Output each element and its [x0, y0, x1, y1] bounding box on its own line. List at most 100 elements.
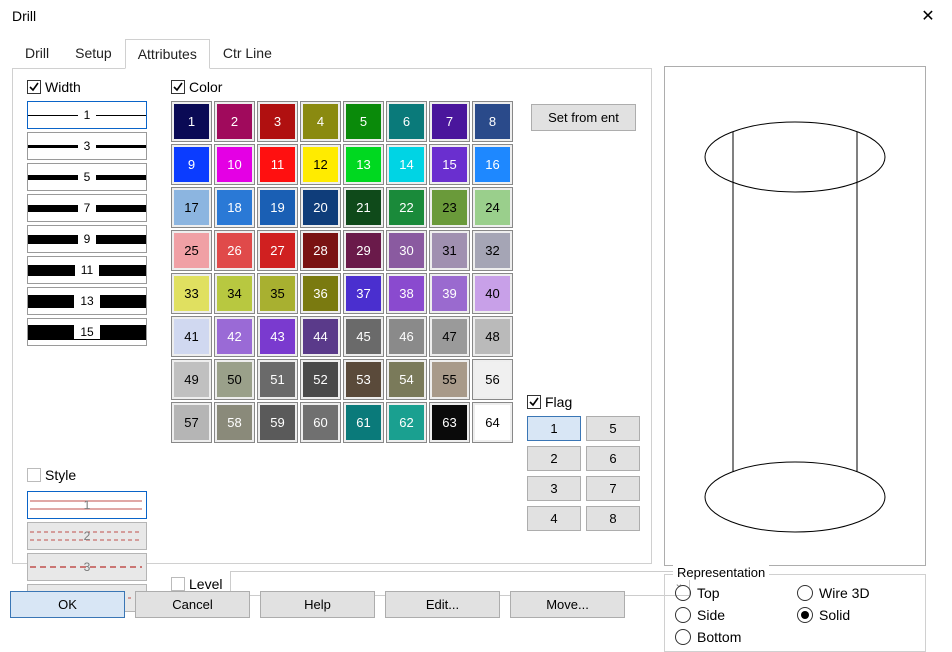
color-swatch-8[interactable]: 8: [472, 101, 513, 142]
flag-checkbox[interactable]: Flag: [527, 394, 572, 410]
ok-button[interactable]: OK: [10, 591, 125, 618]
color-checkbox[interactable]: Color: [171, 79, 222, 95]
close-button[interactable]: ✕: [916, 6, 940, 26]
color-swatch-35[interactable]: 35: [257, 273, 298, 314]
color-swatch-22[interactable]: 22: [386, 187, 427, 228]
cancel-button[interactable]: Cancel: [135, 591, 250, 618]
color-swatch-19[interactable]: 19: [257, 187, 298, 228]
color-swatch-57[interactable]: 57: [171, 402, 212, 443]
color-swatch-54[interactable]: 54: [386, 359, 427, 400]
color-swatch-17[interactable]: 17: [171, 187, 212, 228]
color-swatch-55[interactable]: 55: [429, 359, 470, 400]
width-option-3[interactable]: 3: [27, 132, 147, 160]
tab-setup[interactable]: Setup: [62, 38, 125, 68]
color-swatch-11[interactable]: 11: [257, 144, 298, 185]
color-swatch-10[interactable]: 10: [214, 144, 255, 185]
color-swatch-41[interactable]: 41: [171, 316, 212, 357]
rep-radio-top[interactable]: Top: [675, 585, 793, 601]
rep-radio-wire-3d[interactable]: Wire 3D: [797, 585, 915, 601]
color-swatch-6[interactable]: 6: [386, 101, 427, 142]
flag-option-4[interactable]: 4: [527, 506, 581, 531]
color-swatch-31[interactable]: 31: [429, 230, 470, 271]
color-swatch-36[interactable]: 36: [300, 273, 341, 314]
tab-drill[interactable]: Drill: [12, 38, 62, 68]
flag-option-7[interactable]: 7: [586, 476, 640, 501]
color-swatch-60[interactable]: 60: [300, 402, 341, 443]
color-swatch-59[interactable]: 59: [257, 402, 298, 443]
style-option-3[interactable]: 3: [27, 553, 147, 581]
color-swatch-32[interactable]: 32: [472, 230, 513, 271]
color-swatch-34[interactable]: 34: [214, 273, 255, 314]
color-swatch-12[interactable]: 12: [300, 144, 341, 185]
color-swatch-61[interactable]: 61: [343, 402, 384, 443]
help-button[interactable]: Help: [260, 591, 375, 618]
color-swatch-26[interactable]: 26: [214, 230, 255, 271]
color-swatch-33[interactable]: 33: [171, 273, 212, 314]
color-swatch-7[interactable]: 7: [429, 101, 470, 142]
color-swatch-5[interactable]: 5: [343, 101, 384, 142]
tab-ctr-line[interactable]: Ctr Line: [210, 38, 285, 68]
flag-option-6[interactable]: 6: [586, 446, 640, 471]
color-swatch-21[interactable]: 21: [343, 187, 384, 228]
color-swatch-39[interactable]: 39: [429, 273, 470, 314]
color-swatch-27[interactable]: 27: [257, 230, 298, 271]
color-swatch-40[interactable]: 40: [472, 273, 513, 314]
color-swatch-14[interactable]: 14: [386, 144, 427, 185]
color-swatch-3[interactable]: 3: [257, 101, 298, 142]
color-swatch-28[interactable]: 28: [300, 230, 341, 271]
flag-option-5[interactable]: 5: [586, 416, 640, 441]
style-option-1[interactable]: 1: [27, 491, 147, 519]
color-swatch-52[interactable]: 52: [300, 359, 341, 400]
tab-attributes[interactable]: Attributes: [125, 39, 210, 69]
color-swatch-29[interactable]: 29: [343, 230, 384, 271]
color-swatch-44[interactable]: 44: [300, 316, 341, 357]
color-swatch-46[interactable]: 46: [386, 316, 427, 357]
level-checkbox[interactable]: Level: [171, 576, 222, 592]
style-checkbox[interactable]: Style: [27, 467, 76, 483]
color-swatch-53[interactable]: 53: [343, 359, 384, 400]
set-from-ent-button[interactable]: Set from ent: [531, 104, 636, 131]
color-swatch-2[interactable]: 2: [214, 101, 255, 142]
width-option-9[interactable]: 9: [27, 225, 147, 253]
move-button[interactable]: Move...: [510, 591, 625, 618]
color-swatch-47[interactable]: 47: [429, 316, 470, 357]
color-swatch-37[interactable]: 37: [343, 273, 384, 314]
width-option-1[interactable]: 1: [27, 101, 147, 129]
flag-option-8[interactable]: 8: [586, 506, 640, 531]
width-option-11[interactable]: 11: [27, 256, 147, 284]
rep-radio-bottom[interactable]: Bottom: [675, 629, 793, 645]
width-option-5[interactable]: 5: [27, 163, 147, 191]
color-swatch-13[interactable]: 13: [343, 144, 384, 185]
flag-option-2[interactable]: 2: [527, 446, 581, 471]
color-swatch-63[interactable]: 63: [429, 402, 470, 443]
style-option-2[interactable]: 2: [27, 522, 147, 550]
color-swatch-15[interactable]: 15: [429, 144, 470, 185]
color-swatch-58[interactable]: 58: [214, 402, 255, 443]
color-swatch-16[interactable]: 16: [472, 144, 513, 185]
color-swatch-30[interactable]: 30: [386, 230, 427, 271]
rep-radio-solid[interactable]: Solid: [797, 607, 915, 623]
edit-button[interactable]: Edit...: [385, 591, 500, 618]
color-swatch-50[interactable]: 50: [214, 359, 255, 400]
width-option-15[interactable]: 15: [27, 318, 147, 346]
color-swatch-43[interactable]: 43: [257, 316, 298, 357]
color-swatch-64[interactable]: 64: [472, 402, 513, 443]
color-swatch-42[interactable]: 42: [214, 316, 255, 357]
color-swatch-20[interactable]: 20: [300, 187, 341, 228]
color-swatch-51[interactable]: 51: [257, 359, 298, 400]
color-swatch-49[interactable]: 49: [171, 359, 212, 400]
flag-option-1[interactable]: 1: [527, 416, 581, 441]
color-swatch-48[interactable]: 48: [472, 316, 513, 357]
color-swatch-38[interactable]: 38: [386, 273, 427, 314]
color-swatch-56[interactable]: 56: [472, 359, 513, 400]
width-checkbox[interactable]: Width: [27, 79, 81, 95]
rep-radio-side[interactable]: Side: [675, 607, 793, 623]
color-swatch-9[interactable]: 9: [171, 144, 212, 185]
flag-option-3[interactable]: 3: [527, 476, 581, 501]
color-swatch-1[interactable]: 1: [171, 101, 212, 142]
color-swatch-23[interactable]: 23: [429, 187, 470, 228]
color-swatch-45[interactable]: 45: [343, 316, 384, 357]
color-swatch-24[interactable]: 24: [472, 187, 513, 228]
width-option-7[interactable]: 7: [27, 194, 147, 222]
color-swatch-62[interactable]: 62: [386, 402, 427, 443]
